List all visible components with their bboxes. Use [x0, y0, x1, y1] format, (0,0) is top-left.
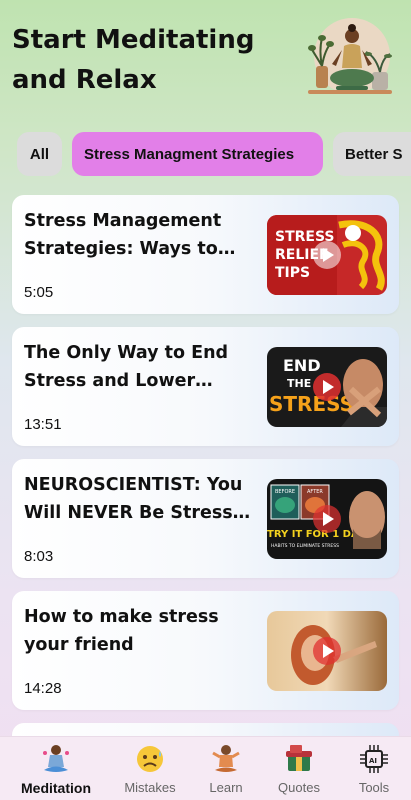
thumb-text-try: TRY IT FOR 1 DAY — [267, 529, 366, 540]
video-thumbnail[interactable]: END THE STRESS — [267, 347, 387, 427]
nav-label: Learn — [209, 780, 243, 795]
chip-stress-managment-strategies[interactable]: Stress Managment Strategies — [72, 132, 323, 176]
nav-mistakes[interactable]: Mistakes — [108, 737, 192, 800]
meditation-icon — [39, 743, 73, 775]
header: Start Meditating and Relax — [0, 0, 411, 120]
thumb-text-line3: TIPS — [275, 265, 310, 281]
worried-face-icon — [133, 743, 167, 775]
video-duration: 14:28 — [24, 680, 62, 697]
chip-all[interactable]: All — [17, 132, 62, 176]
nav-label: Mistakes — [124, 780, 176, 795]
learn-icon — [209, 743, 243, 775]
ai-chip-icon: AI — [357, 743, 391, 775]
nav-quotes[interactable]: Quotes — [266, 737, 332, 800]
video-title: The Only Way to End Stress and Lower Cor… — [24, 343, 229, 391]
nav-tools[interactable]: AI Tools — [344, 737, 404, 800]
quotes-icon — [282, 743, 316, 775]
video-duration: 5:05 — [24, 284, 54, 301]
nav-meditation[interactable]: Meditation — [12, 737, 100, 800]
meditation-illustration — [306, 16, 392, 100]
svg-text:AI: AI — [369, 757, 377, 765]
thumb-text-sub: HABITS TO ELIMINATE STRESS — [271, 543, 339, 549]
video-thumbnail[interactable]: BEFORE AFTER TRY IT FOR 1 DAY HABITS TO … — [267, 479, 387, 559]
video-thumbnail[interactable] — [267, 611, 387, 691]
video-title: How to make stress your friend — [24, 607, 219, 655]
thumb-tag-before: BEFORE — [275, 489, 295, 495]
thumb-text-end: END — [283, 356, 321, 375]
video-title: Stress Management Strategies: Ways to Un… — [24, 211, 222, 259]
video-thumbnail[interactable]: STRESS RELIEF TIPS — [267, 215, 387, 295]
thumb-text-the: THE — [287, 377, 311, 390]
video-title: NEUROSCIENTIST: You Will NEVER Be Stress… — [24, 475, 258, 523]
thumb-tag-after: AFTER — [307, 489, 323, 495]
video-duration: 8:03 — [24, 548, 54, 565]
nav-learn[interactable]: Learn — [196, 737, 256, 800]
thumb-text-stress: STRESS — [269, 392, 354, 416]
bottom-navigation: Meditation Mistakes Learn Quotes AI Tool… — [0, 736, 411, 800]
video-duration: 13:51 — [24, 416, 62, 433]
category-chips: All Stress Managment Strategies Better S — [0, 132, 411, 178]
nav-label: Meditation — [21, 780, 91, 796]
video-card[interactable]: Stress Management Strategies: Ways to Un… — [12, 195, 399, 314]
nav-label: Quotes — [278, 780, 320, 795]
nav-label: Tools — [358, 780, 390, 795]
video-card[interactable]: NEUROSCIENTIST: You Will NEVER Be Stress… — [12, 459, 399, 578]
chip-better-s[interactable]: Better S — [333, 132, 411, 176]
video-card[interactable]: The Only Way to End Stress and Lower Cor… — [12, 327, 399, 446]
page-title: Start Meditating and Relax — [12, 25, 255, 95]
video-card[interactable]: How to make stress your friend 14:28 — [12, 591, 399, 710]
